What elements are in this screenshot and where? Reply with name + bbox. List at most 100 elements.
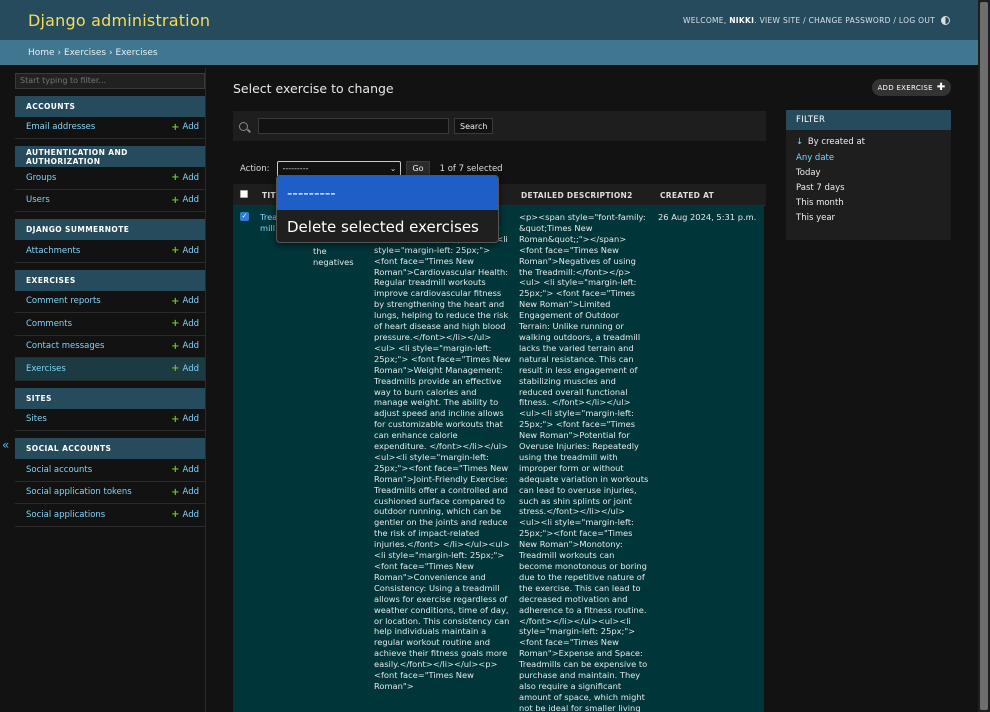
sidebar-item-link[interactable]: Attachments bbox=[26, 246, 80, 256]
filter-option[interactable]: This month bbox=[786, 196, 951, 211]
add-link[interactable]: + Add bbox=[171, 195, 199, 206]
page-scrollbar[interactable] bbox=[978, 0, 990, 712]
add-link-label: Add bbox=[182, 122, 199, 133]
add-link[interactable]: + Add bbox=[171, 414, 199, 425]
sidebar-item: Sites + Add bbox=[15, 409, 205, 431]
site-name[interactable]: Django administration bbox=[28, 11, 210, 30]
plus-icon: + bbox=[171, 486, 180, 498]
plus-icon: + bbox=[171, 413, 180, 425]
add-link[interactable]: + Add bbox=[171, 318, 199, 329]
action-dropdown: --------- Delete selected exercises bbox=[276, 175, 499, 243]
filter-option[interactable]: Past 7 days bbox=[786, 181, 951, 196]
add-exercise-button[interactable]: ADD EXERCISE ✚ bbox=[872, 79, 951, 96]
add-link-label: Add bbox=[182, 296, 199, 307]
plus-icon: + bbox=[171, 245, 180, 257]
filter-heading-label: By created at bbox=[807, 137, 866, 147]
nav-sidebar: ACCOUNTSEmail addresses+AddAUTHENTICATIO… bbox=[15, 68, 206, 712]
search-input[interactable] bbox=[258, 118, 449, 134]
add-link[interactable]: + Add bbox=[171, 487, 199, 498]
sidebar-item-link[interactable]: Social applications bbox=[26, 510, 105, 520]
row-detailed-description: face="Times New Roman">Benefits of using… bbox=[374, 212, 511, 691]
filter-option[interactable]: This year bbox=[786, 211, 951, 226]
add-link[interactable]: + Add bbox=[171, 122, 199, 133]
arrow-down-icon: ↓ bbox=[796, 137, 804, 147]
add-link-label: Add bbox=[182, 464, 199, 475]
action-option-blank[interactable]: --------- bbox=[277, 176, 498, 210]
plus-icon: + bbox=[171, 172, 180, 184]
collapse-sidebar-icon[interactable]: « bbox=[2, 438, 9, 452]
change-password-link[interactable]: CHANGE PASSWORD bbox=[809, 16, 891, 25]
column-detailed-description2[interactable]: DETAILED DESCRIPTION2 bbox=[521, 191, 633, 200]
sidebar-item-link[interactable]: Social application tokens bbox=[26, 487, 132, 497]
plus-icon: + bbox=[171, 363, 180, 375]
action-option-delete[interactable]: Delete selected exercises bbox=[277, 210, 498, 242]
sidebar-item: Users + Add bbox=[15, 190, 205, 212]
sidebar-item-link[interactable]: Sites bbox=[26, 414, 47, 424]
select-all-checkbox[interactable] bbox=[240, 190, 248, 198]
breadcrumb-home[interactable]: Home bbox=[28, 48, 55, 58]
changelist-filter: FILTER ↓ By created at Any date Today Past… bbox=[786, 110, 951, 240]
column-created-at[interactable]: CREATED AT bbox=[660, 191, 714, 200]
app-module: EXERCISES Comment reports + Add Comments + Add… bbox=[15, 269, 205, 381]
add-link-label: Add bbox=[182, 363, 199, 374]
scrollbar-thumb[interactable] bbox=[980, 2, 988, 710]
add-link-label: Add bbox=[182, 172, 199, 183]
breadcrumb-app[interactable]: Exercises bbox=[64, 48, 106, 58]
sidebar-item-link[interactable]: Email addresses bbox=[26, 122, 95, 132]
add-link[interactable]: + Add bbox=[171, 341, 199, 352]
sidebar-item-link[interactable]: Contact messages bbox=[26, 341, 104, 351]
sidebar-item-link[interactable]: Exercises bbox=[26, 364, 66, 374]
sidebar-item-link[interactable]: Social accounts bbox=[26, 465, 92, 475]
add-link[interactable]: + Add bbox=[171, 509, 199, 520]
search-toolbar: Search bbox=[233, 111, 766, 141]
sidebar-item-link[interactable]: Comments bbox=[26, 319, 72, 329]
action-label: Action: bbox=[240, 163, 270, 174]
separator: / bbox=[803, 15, 806, 25]
app-caption[interactable]: SOCIAL ACCOUNTS bbox=[15, 438, 205, 459]
add-link-label: Add bbox=[182, 487, 199, 498]
add-link-label: Add bbox=[182, 509, 199, 520]
nav-filter-input[interactable] bbox=[15, 72, 205, 89]
sidebar-item-link[interactable]: Users bbox=[26, 195, 50, 205]
sidebar-item-link[interactable]: Comment reports bbox=[26, 296, 101, 306]
log-out-link[interactable]: LOG OUT bbox=[899, 16, 935, 25]
app-caption[interactable]: ACCOUNTS bbox=[15, 95, 205, 117]
breadcrumb-sep: › bbox=[108, 47, 113, 58]
filter-option[interactable]: Any date bbox=[786, 151, 951, 166]
add-link[interactable]: + Add bbox=[171, 245, 199, 256]
filter-heading[interactable]: ↓ By created at bbox=[786, 130, 951, 151]
add-link[interactable]: + Add bbox=[171, 296, 199, 307]
filter-option[interactable]: Today bbox=[786, 166, 951, 181]
search-button[interactable]: Search bbox=[454, 118, 494, 134]
theme-toggle-icon[interactable] bbox=[941, 15, 950, 25]
user-tools: WELCOME, NIKKI. VIEW SITE / CHANGE PASSW… bbox=[683, 15, 950, 25]
plus-icon: + bbox=[171, 464, 180, 476]
sidebar-item-link[interactable]: Groups bbox=[26, 173, 56, 183]
app-caption[interactable]: EXERCISES bbox=[15, 269, 205, 291]
app-module: ACCOUNTS Email addresses + Add bbox=[15, 95, 205, 139]
app-caption[interactable]: AUTHENTICATION AND AUTHORIZATION bbox=[15, 146, 205, 167]
username: NIKKI bbox=[729, 15, 755, 25]
search-icon bbox=[239, 121, 248, 131]
app-list: ACCOUNTS Email addresses + Add AUTHENTICATIO… bbox=[15, 95, 205, 527]
sidebar-item: Social application tokens + Add bbox=[15, 482, 205, 504]
add-link[interactable]: + Add bbox=[171, 172, 199, 183]
separator: / bbox=[893, 15, 897, 25]
sidebar-item: Social accounts + Add bbox=[15, 459, 205, 482]
row-checkbox[interactable]: ✓ bbox=[240, 212, 249, 221]
add-link[interactable]: + Add bbox=[171, 464, 199, 475]
app-caption[interactable]: DJANGO SUMMERNOTE bbox=[15, 219, 205, 240]
add-link[interactable]: + Add bbox=[171, 363, 199, 374]
plus-icon: + bbox=[171, 295, 180, 307]
app-caption[interactable]: SITES bbox=[15, 387, 205, 409]
sidebar-item: Attachments + Add bbox=[15, 240, 205, 263]
add-link-label: Add bbox=[182, 318, 199, 329]
sidebar-item: Contact messages + Add bbox=[15, 336, 205, 358]
sidebar-item: Groups + Add bbox=[15, 167, 205, 190]
view-site-link[interactable]: VIEW SITE bbox=[760, 16, 801, 25]
selected-count: 1 of 7 selected bbox=[439, 163, 503, 174]
plus-icon: + bbox=[171, 340, 180, 352]
add-link-label: Add bbox=[182, 414, 199, 425]
plus-icon: + bbox=[171, 509, 180, 521]
add-exercise-label: ADD EXERCISE bbox=[877, 83, 933, 92]
